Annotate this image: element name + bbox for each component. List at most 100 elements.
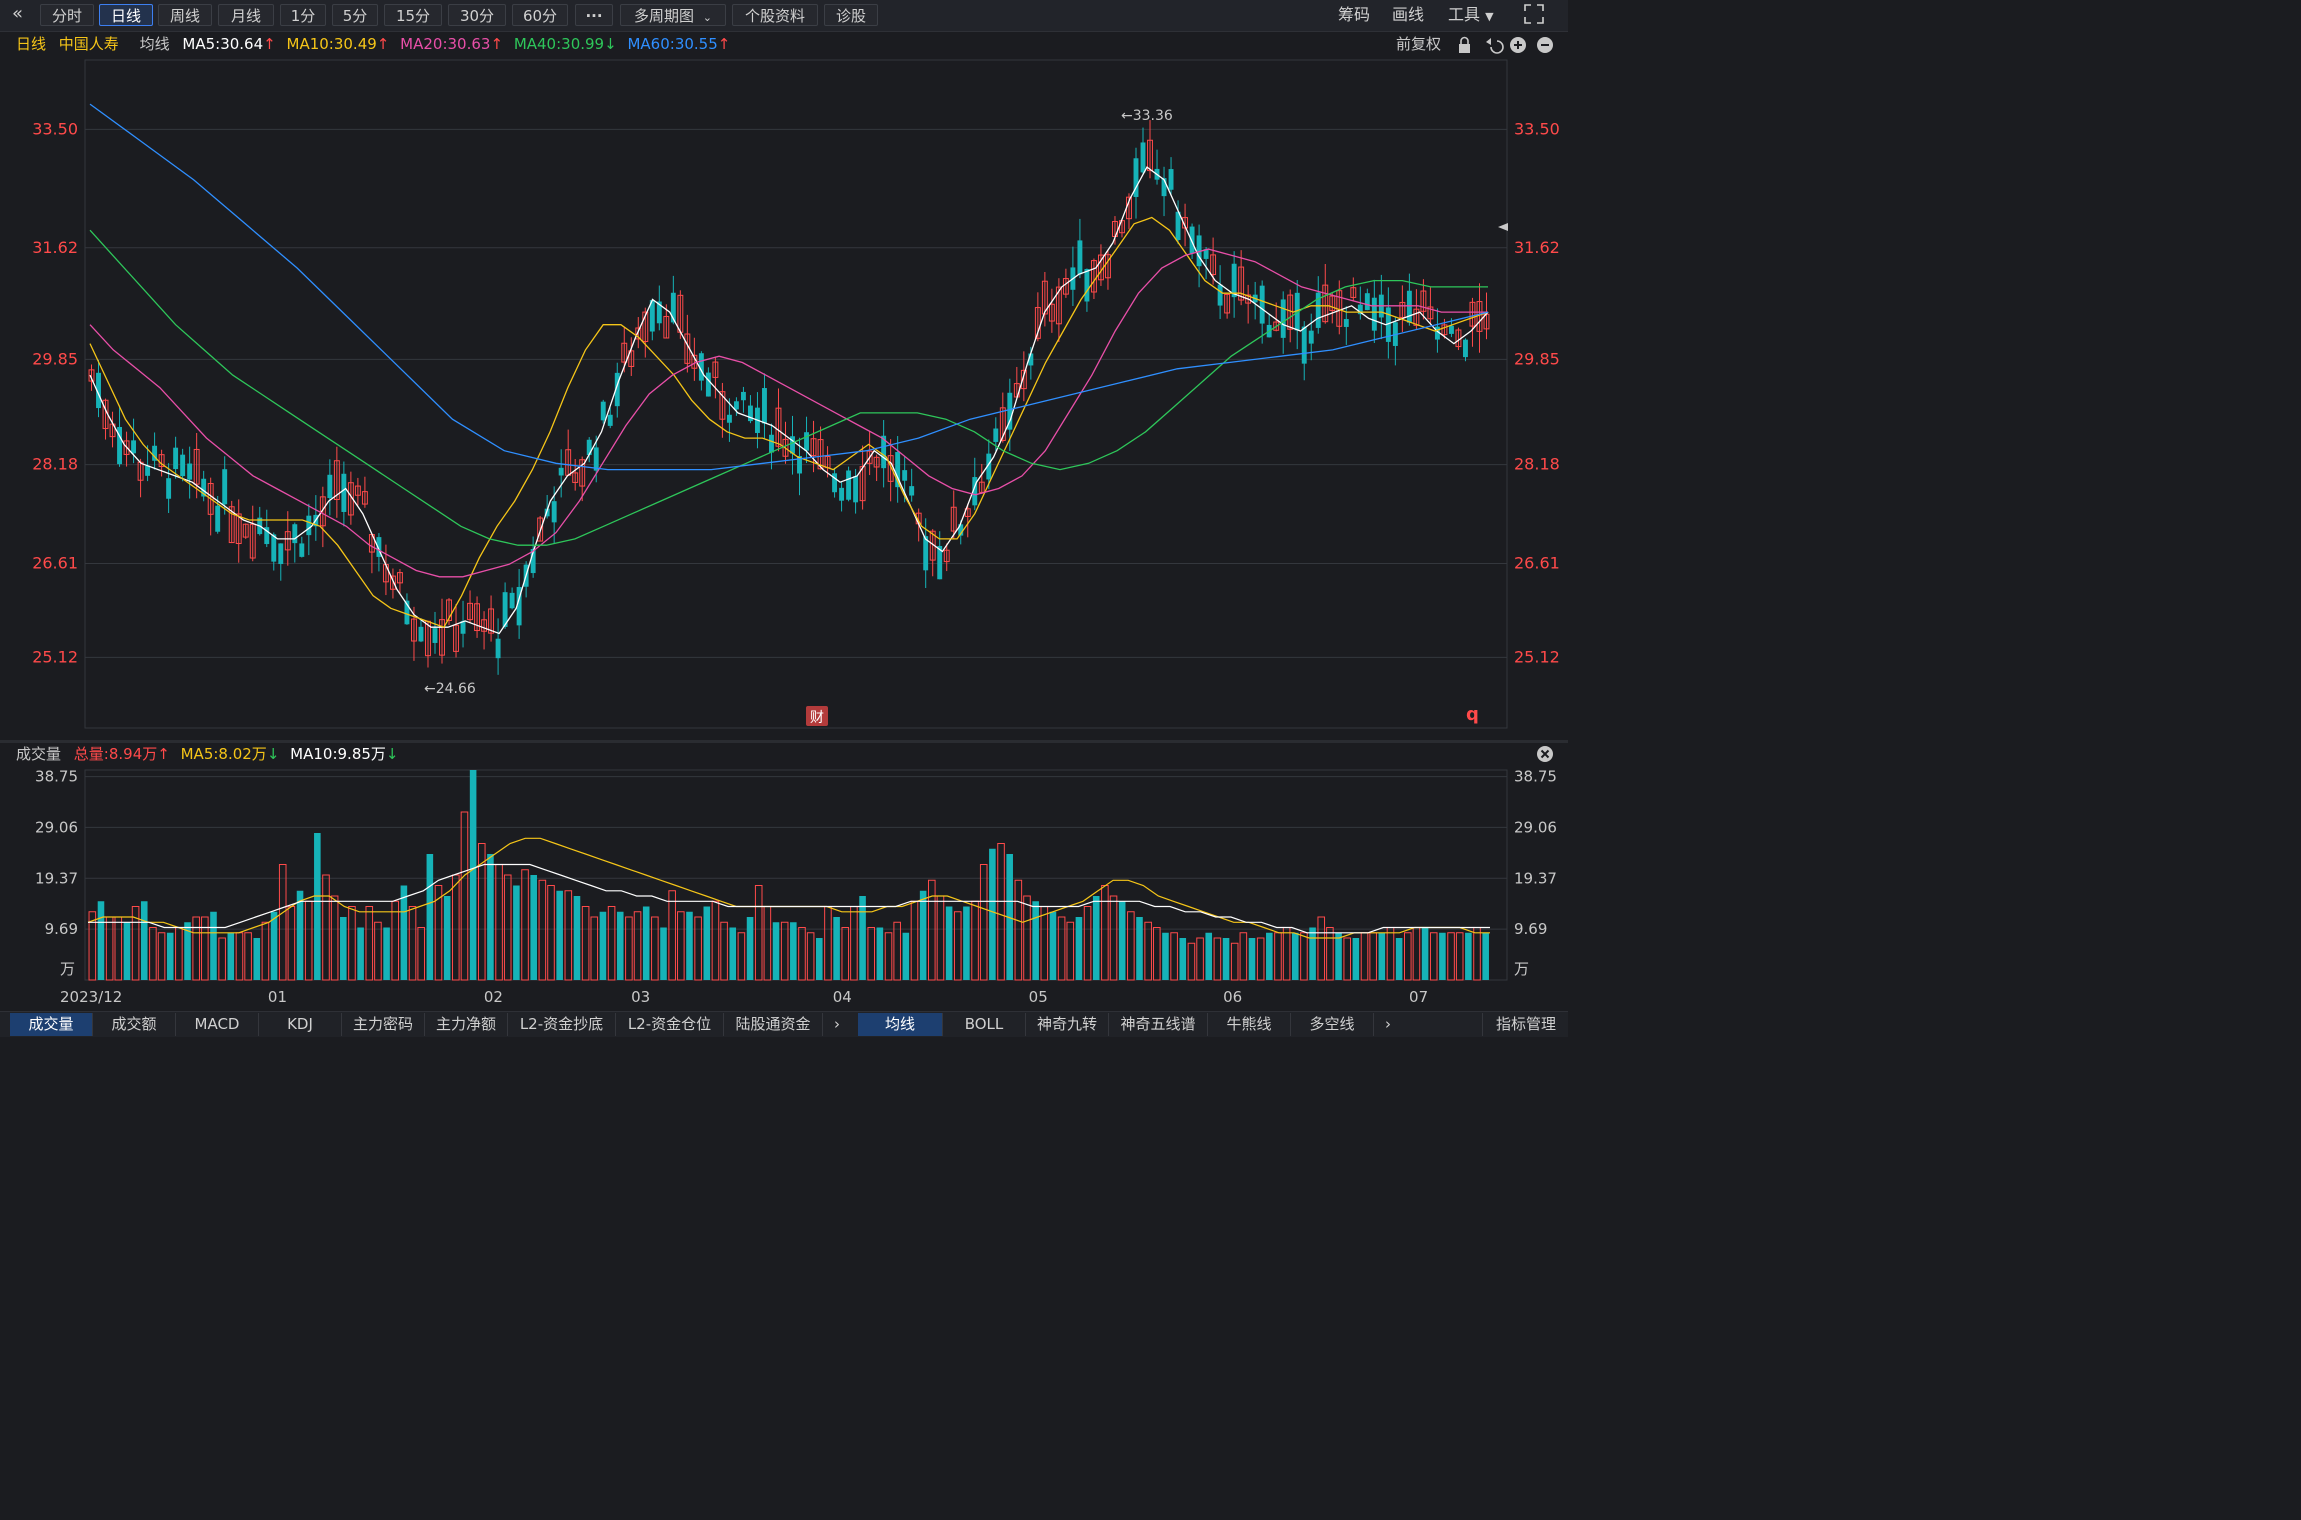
volume-bar-down: [876, 927, 884, 980]
volume-bar-up: [374, 921, 382, 981]
volume-bar-down: [314, 833, 321, 980]
volume-bar-up: [261, 921, 270, 981]
volume-bar-up: [365, 906, 374, 981]
volume-bar-up: [1369, 932, 1377, 981]
tab-ma[interactable]: 均线: [858, 1013, 943, 1036]
volume-bar-down: [140, 901, 148, 980]
candle-down: [839, 487, 845, 501]
volume-bar-down: [1439, 932, 1446, 980]
fin-report-icon[interactable]: 财: [806, 706, 828, 726]
candle-down: [1448, 325, 1454, 334]
volume-bar-up: [1170, 932, 1178, 981]
volume-bar-up: [1023, 895, 1031, 981]
volume-bar-down: [573, 896, 581, 980]
volume-bar-up: [928, 879, 936, 981]
volume-legend: 成交量 总量:8.94万↑ MA5:8.02万↓ MA10:9.85万↓: [16, 743, 399, 765]
candle-down: [733, 401, 739, 410]
volume-bar-up: [780, 921, 789, 981]
tab-l2-position[interactable]: L2-资金仓位: [616, 1013, 724, 1036]
volume-bar-down: [1162, 932, 1169, 980]
volume-bar-up: [1230, 942, 1239, 981]
tab-long-short[interactable]: 多空线: [1291, 1013, 1374, 1036]
volume-bar-down: [1291, 932, 1299, 980]
chevron-right-icon[interactable]: ›: [823, 1013, 851, 1036]
candle-down: [1343, 319, 1349, 327]
volume-bar-down: [123, 922, 131, 980]
candle-down: [341, 473, 347, 512]
volume-bar-up: [936, 895, 945, 981]
volume-bar-up: [304, 900, 313, 981]
tab-l2-bottom[interactable]: L2-资金抄底: [508, 1013, 616, 1036]
candle-down: [327, 474, 333, 499]
price-axis-left: 33.50 31.62 29.85 28.18 26.61 25.12: [32, 119, 78, 666]
volume-bar-up: [1066, 921, 1075, 981]
date-tick-label: 05: [1029, 988, 1048, 1006]
candle-down: [509, 592, 515, 609]
volume-bar-up: [971, 900, 979, 981]
volume-bar-down: [1395, 938, 1403, 980]
candle-down: [1084, 268, 1090, 302]
volume-bar-up: [841, 927, 850, 981]
q-marker[interactable]: q: [1466, 704, 1479, 725]
tab-magic-five[interactable]: 神奇五线谱: [1109, 1013, 1208, 1036]
candle-down: [993, 428, 999, 442]
candle-down: [593, 447, 599, 471]
indicator-manage-button[interactable]: 指标管理: [1482, 1013, 1569, 1036]
volume-bar-up: [348, 906, 356, 981]
volume-bar-down: [513, 885, 520, 980]
volume-bar-down: [642, 906, 650, 980]
tab-bull-bear[interactable]: 牛熊线: [1208, 1013, 1291, 1036]
close-volume-panel-icon[interactable]: [1536, 745, 1554, 767]
volume-bar-up: [538, 879, 547, 981]
tab-main-net[interactable]: 主力净额: [425, 1013, 508, 1036]
candle-down: [222, 469, 228, 505]
volume-bar-up: [590, 916, 599, 981]
tab-boll[interactable]: BOLL: [943, 1013, 1026, 1036]
tab-kdj[interactable]: KDJ: [259, 1013, 342, 1036]
indicator-tabs: 成交量 成交额 MACD KDJ 主力密码 主力净额 L2-资金抄底 L2-资金…: [0, 1011, 1568, 1037]
date-tick-label: 03: [631, 988, 650, 1006]
tab-turnover[interactable]: 成交额: [93, 1013, 176, 1036]
volume-bar-up: [1317, 916, 1326, 981]
kline-chart[interactable]: 33.50 31.62 29.85 28.18 26.61 25.12 33.50 31.6…: [0, 0, 1568, 1010]
volume-bar-down: [1266, 932, 1273, 980]
volume-bar-down: [1421, 927, 1429, 980]
candle-down: [145, 465, 151, 476]
chevron-right-icon[interactable]: ›: [1374, 1013, 1402, 1036]
volume-ma10: MA10:9.85万: [290, 745, 386, 763]
volume-bar-up: [1144, 921, 1152, 981]
volume-bar-up: [192, 916, 200, 981]
volume-tick-label: 29.06: [1514, 818, 1557, 836]
volume-bar-down: [1482, 932, 1489, 980]
volume-bar-down: [1248, 938, 1256, 980]
candle-down: [180, 454, 186, 477]
volume-bar-up: [278, 864, 287, 981]
volume-bar-up: [910, 900, 919, 981]
tab-magic-nine[interactable]: 神奇九转: [1026, 1013, 1109, 1036]
arrow-down-icon: ↓: [385, 745, 399, 763]
tab-main-code[interactable]: 主力密码: [342, 1013, 425, 1036]
candle-down: [173, 447, 179, 470]
candle-down: [909, 486, 915, 496]
volume-bar-up: [391, 900, 400, 981]
tab-volume[interactable]: 成交量: [10, 1013, 93, 1036]
volume-bar-down: [703, 906, 711, 980]
arrow-up-icon: ↑: [157, 745, 170, 763]
volume-bar-up: [867, 927, 876, 981]
candle-down: [1463, 339, 1468, 358]
candle-down: [187, 463, 193, 480]
tab-hk-connect[interactable]: 陆股通资金: [724, 1013, 823, 1036]
volume-bar-up: [157, 932, 166, 981]
ma-line-ma60: [89, 103, 1489, 471]
candle-down: [726, 414, 732, 423]
volume-bar-up: [460, 811, 469, 981]
volume-bar-up: [668, 890, 676, 981]
volume-bar-down: [1222, 938, 1230, 980]
volume-bar-down: [1049, 911, 1057, 980]
volume-bar-up: [737, 932, 746, 981]
candle-down: [846, 470, 852, 500]
volume-bar-up: [1256, 937, 1265, 981]
candle-down: [271, 534, 277, 562]
tab-macd[interactable]: MACD: [176, 1013, 259, 1036]
volume-bar-down: [426, 854, 434, 980]
